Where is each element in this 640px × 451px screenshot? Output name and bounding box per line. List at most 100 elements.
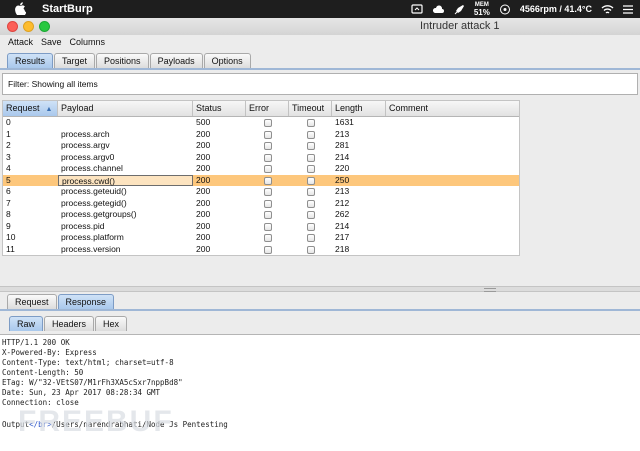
cell-request: 4 [6,163,11,173]
table-row[interactable]: 7 process.getegid() 200 212 [3,197,519,210]
tab-hex[interactable]: Hex [95,316,128,331]
cell-error-checkbox[interactable] [264,153,272,162]
cell-request: 0 [6,117,11,127]
cell-error-checkbox[interactable] [264,142,272,150]
cell-timeout-checkbox[interactable] [307,130,315,139]
table-row[interactable]: 4 process.channel 200 220 [3,163,519,175]
cell-timeout-checkbox[interactable] [307,188,315,196]
close-window-button[interactable] [7,21,18,32]
cell-error-checkbox[interactable] [264,119,272,127]
cell-error-checkbox[interactable] [264,188,272,196]
column-header-status[interactable]: Status [193,101,246,116]
cell-timeout-checkbox[interactable] [307,142,315,150]
cell-status: 200 [196,197,211,208]
cloud-icon[interactable] [432,4,444,15]
cell-error-checkbox[interactable] [264,199,272,208]
cell-timeout-checkbox[interactable] [307,199,315,208]
cell-length: 1631 [335,117,354,127]
cell-comment [386,244,519,256]
cell-error-checkbox[interactable] [264,165,272,173]
table-row[interactable]: 0 500 1631 [3,117,519,129]
column-header-timeout[interactable]: Timeout [289,101,332,116]
app-menu: Attack Save Columns [0,35,640,49]
app-name[interactable]: StartBurp [42,3,93,15]
table-row[interactable]: 9 process.pid 200 214 [3,220,519,233]
table-row[interactable]: 6 process.geteuid() 200 213 [3,186,519,198]
menu-columns[interactable]: Columns [70,35,106,49]
tab-payloads[interactable]: Payloads [149,53,203,68]
cell-length: 281 [335,140,350,150]
cell-comment [386,209,519,221]
cell-request: 3 [6,151,11,162]
tab-options[interactable]: Options [203,53,251,68]
list-icon[interactable] [622,4,634,15]
table-row[interactable]: 8 process.getgroups() 200 262 [3,209,519,221]
wifi-icon[interactable] [601,4,614,15]
response-line: Content-Type: text/html; charset=utf-8 [2,358,174,367]
fan-temp-readout[interactable]: 4566rpm / 41.4°C [520,4,592,14]
table-row[interactable]: 11 process.version 200 218 [3,243,519,256]
tab-raw[interactable]: Raw [9,316,44,331]
cell-timeout-checkbox[interactable] [307,165,315,173]
cell-timeout-checkbox[interactable] [307,211,315,219]
detail-tab-underline [0,309,640,311]
menu-attack[interactable]: Attack [8,35,33,49]
memory-indicator[interactable]: MEM 51% [473,2,490,17]
column-header-error[interactable]: Error [246,101,289,116]
cell-timeout-checkbox[interactable] [307,222,315,231]
rocket-icon[interactable] [453,4,465,15]
cell-comment [386,186,519,198]
cell-status: 200 [196,151,211,162]
main-tab-underline [0,68,640,70]
splitter-grip-icon[interactable] [484,288,496,292]
tab-request[interactable]: Request [7,294,57,309]
cell-length: 212 [335,197,350,208]
cell-error-checkbox[interactable] [264,211,272,219]
tab-response[interactable]: Response [57,294,115,309]
column-header-length[interactable]: Length [332,101,386,116]
menu-save[interactable]: Save [41,35,62,49]
sort-ascending-icon: ▲ [45,106,53,113]
table-row[interactable]: 5 process.cwd() 200 250 [3,174,519,187]
cell-timeout-checkbox[interactable] [307,153,315,162]
cell-status: 200 [196,220,211,231]
table-row[interactable]: 1 process.arch 200 213 [3,128,519,141]
cell-length: 213 [335,128,350,139]
tab-positions[interactable]: Positions [96,53,149,68]
cell-timeout-checkbox[interactable] [307,245,315,254]
cell-length: 214 [335,151,350,162]
cell-error-checkbox[interactable] [264,245,272,254]
column-header-comment[interactable]: Comment [386,101,519,116]
tab-results[interactable]: Results [7,53,54,68]
cell-timeout-checkbox[interactable] [307,119,315,127]
fan-icon[interactable] [499,4,511,15]
table-row[interactable]: 2 process.argv 200 281 [3,140,519,152]
cell-length: 250 [335,174,350,185]
memory-value: 51% [473,8,490,17]
table-row[interactable]: 3 process.argv0 200 214 [3,151,519,164]
tab-headers[interactable]: Headers [44,316,95,331]
response-line: ETag: W/"32-VEtS07/M1rFh3XA5cSxr7nppBd8" [2,378,183,387]
pane-splitter[interactable] [0,286,640,292]
screen-share-icon[interactable] [411,3,423,15]
main-tab-bar: Results Target Positions Payloads Option… [7,53,251,68]
cell-timeout-checkbox[interactable] [307,234,315,242]
cell-error-checkbox[interactable] [264,234,272,242]
cell-payload: process.pid [61,220,105,231]
cell-status: 200 [196,243,211,254]
cell-timeout-checkbox[interactable] [307,176,315,185]
cell-error-checkbox[interactable] [264,130,272,139]
column-header-payload[interactable]: Payload [58,101,193,116]
cell-request: 8 [6,209,11,219]
cell-error-checkbox[interactable] [264,176,272,185]
cell-status: 200 [196,186,211,196]
filter-bar[interactable]: Filter: Showing all items [2,73,638,95]
cell-comment [386,175,519,187]
table-row[interactable]: 10 process.platform 200 217 [3,232,519,244]
apple-icon[interactable] [15,2,27,18]
minimize-window-button[interactable] [23,21,34,32]
zoom-window-button[interactable] [39,21,50,32]
column-header-request[interactable]: Request ▲ [3,101,58,116]
cell-error-checkbox[interactable] [264,222,272,231]
tab-target[interactable]: Target [54,53,96,68]
